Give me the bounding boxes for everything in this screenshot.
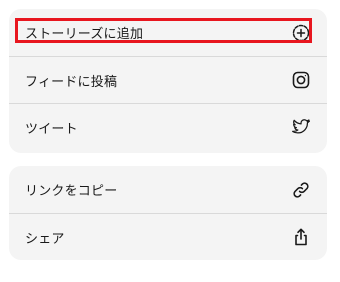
share-row[interactable]: シェア <box>9 213 327 260</box>
copy-link-label: リンクをコピー <box>25 184 118 199</box>
share-sheet: ストーリーズに追加 フィードに投稿 ツイート リンクをコピー シェア <box>0 0 340 282</box>
share-options-group-secondary: リンクをコピー シェア <box>9 166 327 260</box>
twitter-bird-icon <box>291 117 311 137</box>
add-to-story-label: ストーリーズに追加 <box>25 27 144 42</box>
tweet-label: ツイート <box>25 121 78 137</box>
instagram-icon <box>291 70 311 90</box>
copy-link-row[interactable]: リンクをコピー <box>9 166 327 213</box>
link-icon <box>291 180 311 200</box>
share-options-group-primary: ストーリーズに追加 フィードに投稿 ツイート <box>9 9 327 153</box>
add-circle-icon <box>291 23 311 43</box>
share-label: シェア <box>25 231 65 247</box>
share-upload-icon <box>291 227 311 247</box>
post-to-feed-label: フィードに投稿 <box>25 74 118 90</box>
tweet-row[interactable]: ツイート <box>9 103 327 150</box>
add-to-story-row[interactable]: ストーリーズに追加 <box>9 9 327 56</box>
post-to-feed-row[interactable]: フィードに投稿 <box>9 56 327 103</box>
